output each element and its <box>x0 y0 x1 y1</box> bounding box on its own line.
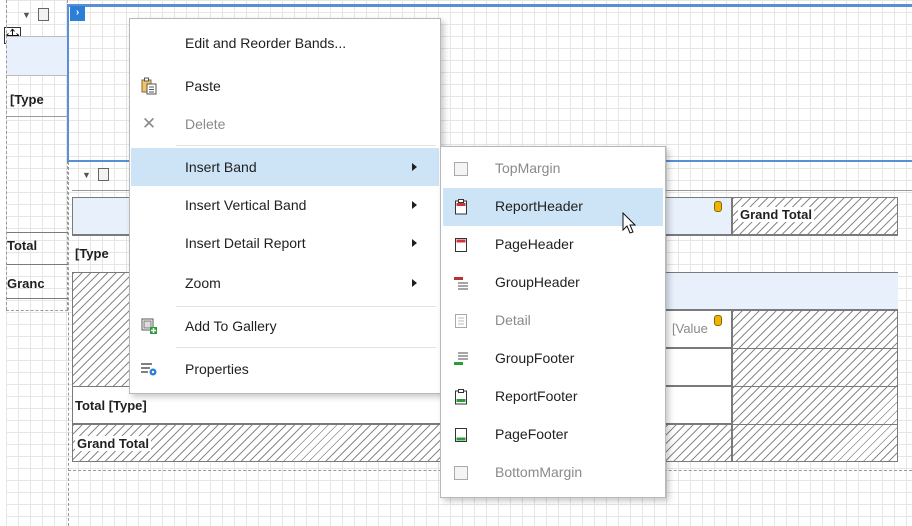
properties-icon <box>135 350 163 388</box>
outer-type-label: [Type <box>10 92 44 107</box>
menu-item-label: Add To Gallery <box>185 318 277 334</box>
submenu-item-label: TopMargin <box>495 160 561 176</box>
group-header-icon <box>453 275 469 291</box>
top-margin-icon <box>453 161 469 177</box>
outer-divider-4 <box>6 298 68 299</box>
page-header-icon <box>453 237 469 253</box>
band-collapse-icon[interactable]: ▼ <box>22 10 31 20</box>
menu-item-label: Edit and Reorder Bands... <box>185 35 347 51</box>
grand-total-header: Grand Total <box>738 207 814 222</box>
band-header-strip <box>6 36 68 76</box>
inner-band-collapse-icon[interactable]: ▼ <box>82 170 91 180</box>
grand-col-line-2 <box>732 386 898 387</box>
menu-item-edit-reorder-bands[interactable]: Edit and Reorder Bands... <box>131 24 439 62</box>
group-footer-icon <box>453 351 469 367</box>
submenu-item-report-footer[interactable]: ReportFooter <box>443 378 663 416</box>
insert-band-submenu: TopMargin ReportHeader PageHeader GroupH… <box>440 146 666 498</box>
submenu-item-label: ReportHeader <box>495 198 583 214</box>
submenu-arrow-icon <box>412 279 417 287</box>
submenu-item-label: PageHeader <box>495 236 574 252</box>
submenu-item-group-header[interactable]: GroupHeader <box>443 264 663 302</box>
outer-total-label: Total <box>7 238 38 253</box>
menu-item-label: Insert Band <box>185 159 257 175</box>
submenu-arrow-icon <box>412 163 417 171</box>
outer-divider-2 <box>6 232 68 233</box>
menu-item-insert-detail-report[interactable]: Insert Detail Report <box>131 224 439 262</box>
menu-item-label: Insert Detail Report <box>185 235 306 251</box>
submenu-item-bottom-margin[interactable]: BottomMargin <box>443 454 663 492</box>
outer-grand-label: Granc <box>7 276 45 291</box>
delete-icon: ✕ <box>141 114 157 133</box>
menu-item-properties[interactable]: Properties <box>131 350 439 388</box>
report-footer-icon <box>453 389 469 405</box>
value-placeholder: [Value <box>672 321 708 336</box>
menu-item-label: Properties <box>185 361 249 377</box>
grand-col-line-3 <box>732 424 898 425</box>
inner-band-detail-icon <box>98 168 109 181</box>
menu-item-label: Delete <box>185 116 226 132</box>
inner-band-left-dashed <box>68 162 69 526</box>
inner-type-label: [Type <box>75 246 109 261</box>
menu-item-paste[interactable]: Paste <box>131 67 439 105</box>
mouse-cursor-icon <box>622 211 638 236</box>
submenu-item-group-footer[interactable]: GroupFooter <box>443 340 663 378</box>
outer-divider <box>6 116 68 117</box>
submenu-item-top-margin[interactable]: TopMargin <box>443 150 663 188</box>
report-header-icon <box>453 199 469 215</box>
value-cell-2 <box>660 348 732 386</box>
bottom-margin-icon <box>453 465 469 481</box>
submenu-item-label: GroupFooter <box>495 350 575 366</box>
outer-divider-3 <box>6 264 68 265</box>
value-data-source-icon <box>714 315 722 326</box>
submenu-arrow-icon <box>412 201 417 209</box>
data-source-icon <box>714 201 722 212</box>
submenu-item-label: Detail <box>495 312 531 328</box>
selected-band-left-border <box>67 4 69 162</box>
menu-item-delete[interactable]: ✕ Delete <box>131 105 439 143</box>
submenu-item-label: BottomMargin <box>495 464 583 480</box>
grand-col-line-1 <box>732 348 898 349</box>
paste-icon <box>135 67 163 105</box>
band-detail-icon <box>38 8 49 21</box>
selected-band-border <box>68 4 912 7</box>
outer-band-left-line <box>6 0 7 310</box>
submenu-item-label: GroupHeader <box>495 274 580 290</box>
menu-item-insert-vertical-band[interactable]: Insert Vertical Band <box>131 186 439 224</box>
page-footer-icon <box>453 427 469 443</box>
menu-separator <box>176 145 436 146</box>
context-menu: Edit and Reorder Bands... Paste ✕ Delete… <box>129 18 441 394</box>
menu-separator <box>176 347 436 348</box>
outer-band-bottom-line <box>6 310 68 311</box>
menu-item-add-to-gallery[interactable]: Add To Gallery <box>131 307 439 345</box>
menu-item-zoom[interactable]: Zoom <box>131 264 439 302</box>
menu-item-label: Paste <box>185 78 221 94</box>
detail-icon <box>453 313 469 329</box>
submenu-item-page-footer[interactable]: PageFooter <box>443 416 663 454</box>
submenu-item-label: ReportFooter <box>495 388 578 404</box>
grand-total-row-label: Grand Total <box>75 436 151 451</box>
submenu-item-label: PageFooter <box>495 426 569 442</box>
menu-item-label: Insert Vertical Band <box>185 197 307 213</box>
submenu-item-detail[interactable]: Detail <box>443 302 663 340</box>
total-type-label: Total [Type] <box>75 398 147 413</box>
smart-tag-button[interactable]: › <box>70 6 85 21</box>
menu-item-insert-band[interactable]: Insert Band <box>131 148 439 186</box>
menu-item-label: Zoom <box>185 275 221 291</box>
add-to-gallery-icon <box>135 307 163 345</box>
submenu-arrow-icon <box>412 239 417 247</box>
